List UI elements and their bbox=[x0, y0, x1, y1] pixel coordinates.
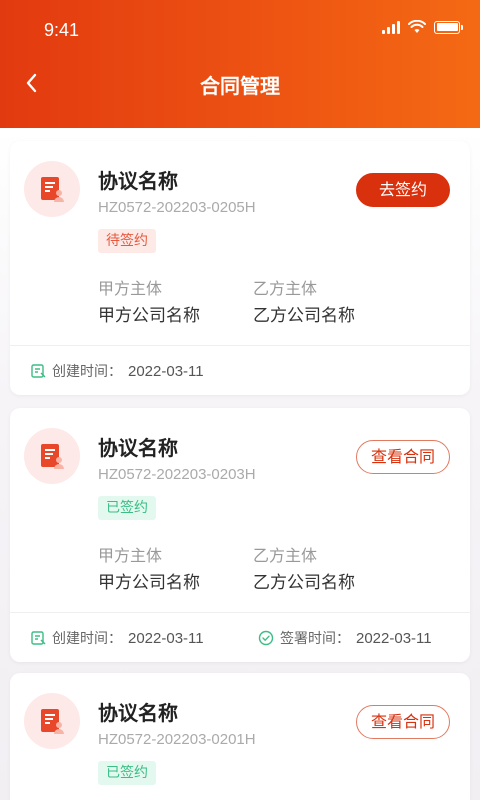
party-a-value: 甲方公司名称 bbox=[98, 573, 200, 593]
contract-icon bbox=[24, 161, 80, 217]
created-time: 创建时间： 2022-03-11 bbox=[30, 628, 204, 648]
contract-icon bbox=[24, 693, 80, 749]
contract-card[interactable]: 协议名称 HZ0572-202203-0201H 已签约 查看合同 bbox=[10, 673, 470, 800]
signal-icon bbox=[382, 20, 400, 34]
check-circle-icon bbox=[258, 630, 274, 646]
party-a-label: 甲方主体 bbox=[98, 279, 163, 298]
created-value: 2022-03-11 bbox=[128, 362, 204, 380]
calendar-edit-icon bbox=[31, 631, 46, 645]
signed-value: 2022-03-11 bbox=[356, 629, 432, 647]
divider bbox=[10, 345, 470, 346]
contract-card[interactable]: 协议名称 HZ0572-202203-0203H 已签约 查看合同 甲方主体 甲… bbox=[10, 408, 470, 662]
status-badge: 已签约 bbox=[98, 761, 156, 785]
status-badge: 已签约 bbox=[98, 496, 156, 520]
party-a-value: 甲方公司名称 bbox=[98, 306, 200, 326]
party-b-label: 乙方主体 bbox=[253, 546, 318, 565]
party-a-label: 甲方主体 bbox=[98, 546, 163, 565]
sign-button[interactable]: 去签约 bbox=[356, 173, 450, 207]
view-contract-button[interactable]: 查看合同 bbox=[356, 440, 450, 474]
party-b-value: 乙方公司名称 bbox=[253, 306, 355, 326]
page-title: 合同管理 bbox=[200, 74, 280, 98]
created-label: 创建时间： bbox=[52, 364, 122, 380]
contract-name: 协议名称 bbox=[98, 169, 178, 193]
signed-time: 签署时间： 2022-03-11 bbox=[258, 628, 432, 648]
calendar-edit-icon bbox=[31, 364, 46, 378]
header: 9:41 合同管理 bbox=[0, 0, 480, 128]
contract-card[interactable]: 协议名称 HZ0572-202203-0205H 待签约 去签约 甲方主体 甲方… bbox=[10, 141, 470, 395]
contract-code: HZ0572-202203-0205H bbox=[98, 199, 256, 216]
contract-name: 协议名称 bbox=[98, 436, 178, 460]
created-value: 2022-03-11 bbox=[128, 629, 204, 647]
contract-icon bbox=[24, 428, 80, 484]
divider bbox=[10, 612, 470, 613]
wifi-icon bbox=[408, 20, 426, 33]
party-b-value: 乙方公司名称 bbox=[253, 573, 355, 593]
status-badge: 待签约 bbox=[98, 229, 156, 253]
battery-icon bbox=[434, 20, 463, 34]
contract-code: HZ0572-202203-0201H bbox=[98, 731, 256, 748]
contract-code: HZ0572-202203-0203H bbox=[98, 466, 256, 483]
status-icons bbox=[382, 20, 463, 34]
created-label: 创建时间： bbox=[52, 631, 122, 647]
signed-label: 签署时间： bbox=[280, 631, 350, 647]
created-time: 创建时间： 2022-03-11 bbox=[30, 361, 204, 381]
status-bar: 9:41 bbox=[0, 0, 480, 60]
party-b-label: 乙方主体 bbox=[253, 279, 318, 298]
contract-name: 协议名称 bbox=[98, 701, 178, 725]
view-contract-button[interactable]: 查看合同 bbox=[356, 705, 450, 739]
status-time: 9:41 bbox=[44, 20, 80, 40]
nav-bar: 合同管理 bbox=[0, 60, 480, 106]
